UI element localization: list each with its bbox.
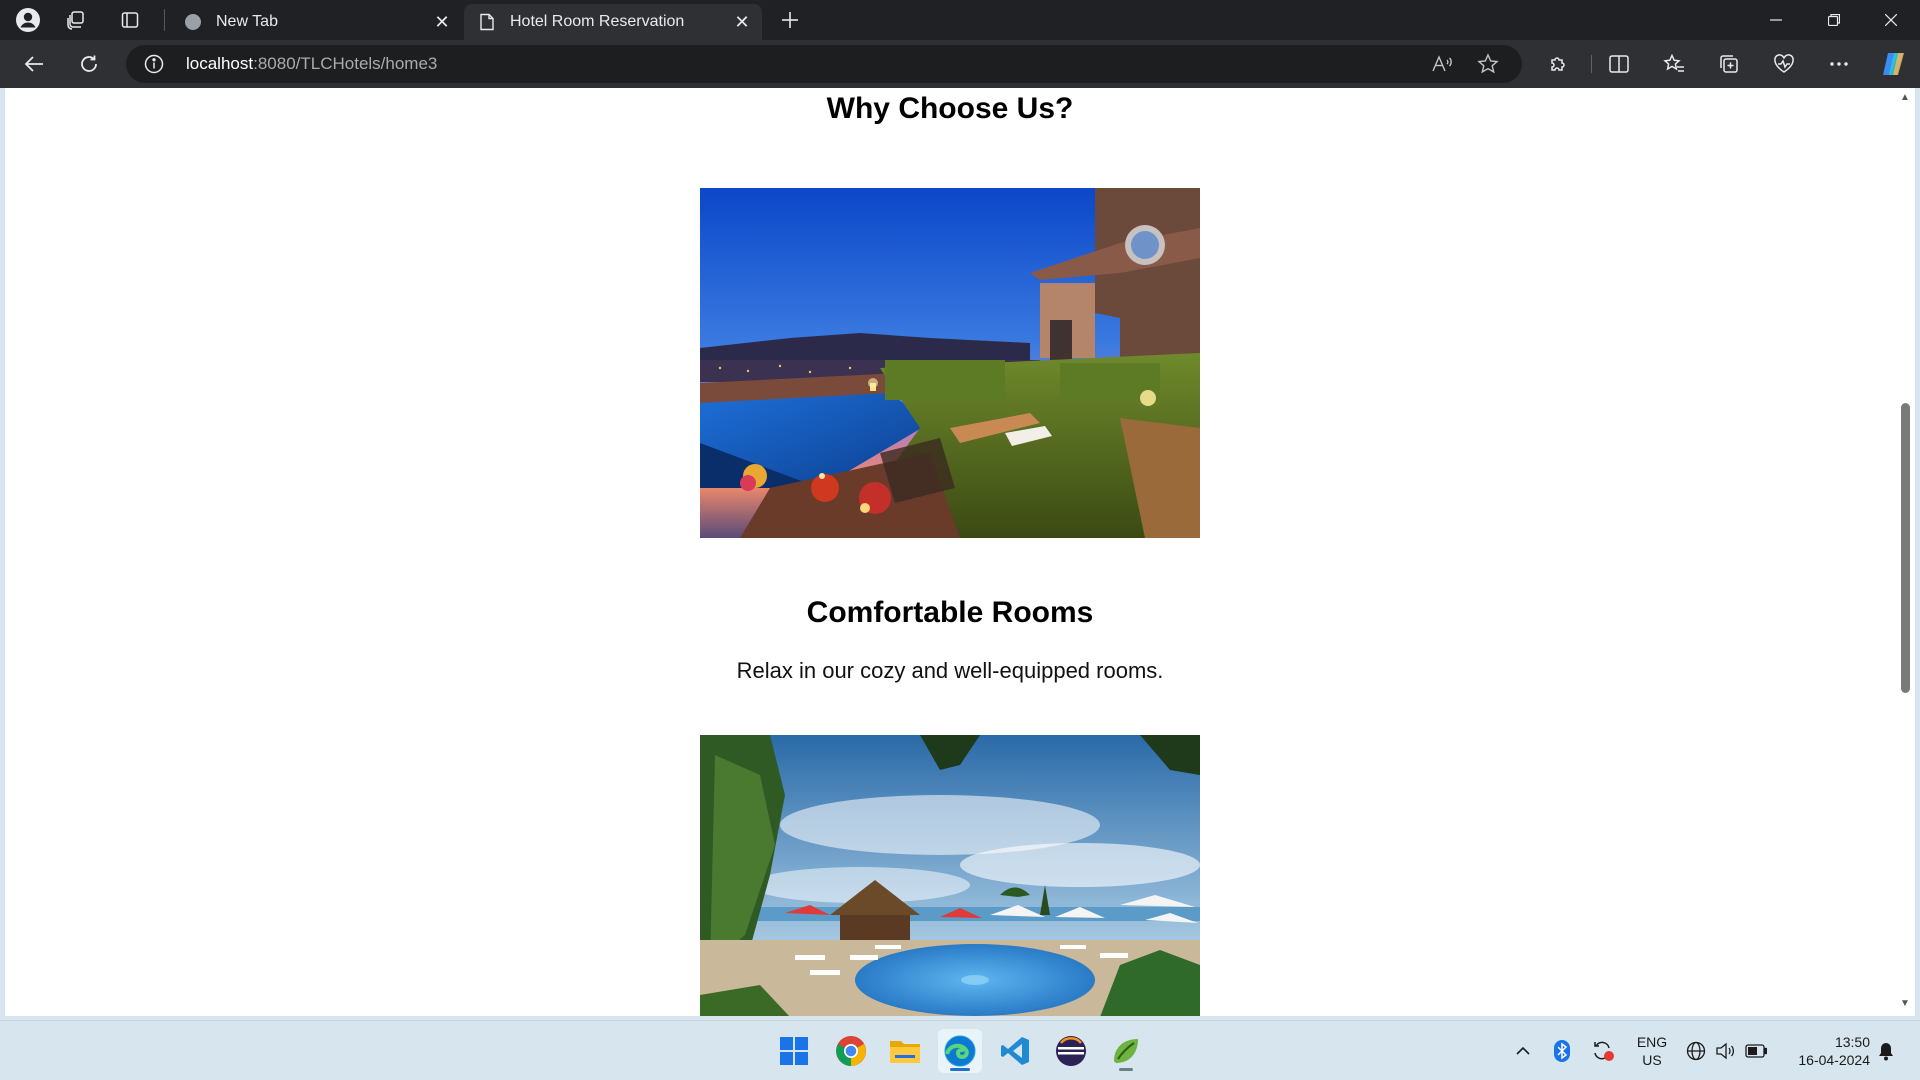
more-options-icon[interactable] xyxy=(1823,48,1855,80)
browser-toolbar: localhost:8080/TLCHotels/home3 xyxy=(0,40,1920,88)
language-region: US xyxy=(1642,1052,1662,1068)
close-icon[interactable]: ✕ xyxy=(428,8,456,36)
url-path: :8080/TLCHotels/home3 xyxy=(253,54,438,73)
read-aloud-icon[interactable] xyxy=(1428,51,1456,77)
battery-icon[interactable] xyxy=(1742,1021,1770,1080)
windows-taskbar: ENG US 13:50 16-04-2024 xyxy=(0,1020,1920,1080)
edge-browser-icon[interactable] xyxy=(938,1029,982,1073)
rooftop-pool-photo xyxy=(700,188,1200,538)
close-window-icon[interactable] xyxy=(1862,0,1920,40)
start-windows-icon[interactable] xyxy=(772,1029,816,1073)
chrome-icon[interactable] xyxy=(829,1029,873,1073)
workspaces-icon[interactable] xyxy=(62,6,90,34)
system-clock[interactable]: 13:50 16-04-2024 xyxy=(1778,1033,1870,1069)
split-screen-icon[interactable] xyxy=(1603,48,1635,80)
extensions-icon[interactable] xyxy=(1542,48,1574,80)
active-app-indicator xyxy=(950,1068,970,1071)
eclipse-icon[interactable] xyxy=(1049,1029,1093,1073)
url-host: localhost xyxy=(186,54,254,73)
show-hidden-icons-chevron-icon[interactable] xyxy=(1508,1021,1538,1080)
resort-pool-photo xyxy=(700,735,1200,1016)
page-viewport: Why Choose Us? Comfortable Rooms Relax i… xyxy=(5,88,1915,1016)
sync-alert-icon[interactable] xyxy=(1588,1021,1618,1080)
page-scrollbar[interactable]: ▲ ▼ xyxy=(1895,88,1915,1016)
url-text[interactable]: localhost:8080/TLCHotels/home3 xyxy=(186,54,437,74)
address-bar[interactable]: localhost:8080/TLCHotels/home3 xyxy=(126,45,1522,83)
feature-description: Relax in our cozy and well-equipped room… xyxy=(736,658,1164,683)
page-favicon-icon xyxy=(478,13,496,31)
favorites-icon[interactable] xyxy=(1658,48,1690,80)
close-icon[interactable]: ✕ xyxy=(728,8,756,36)
copilot-icon[interactable] xyxy=(1878,48,1910,80)
refresh-icon[interactable] xyxy=(73,48,105,80)
bluetooth-icon[interactable] xyxy=(1548,1021,1576,1080)
tab-hotel-room-reservation[interactable]: Hotel Room Reservation ✕ xyxy=(464,4,762,40)
spring-tools-icon[interactable] xyxy=(1104,1029,1148,1073)
favorite-star-icon[interactable] xyxy=(1474,51,1502,77)
tab-title: New Tab xyxy=(216,13,278,30)
vscode-icon[interactable] xyxy=(993,1029,1037,1073)
tab-actions-icon[interactable] xyxy=(116,6,144,34)
scrollbar-thumb[interactable] xyxy=(1901,403,1910,693)
notification-bell-icon[interactable] xyxy=(1872,1021,1900,1080)
language-code: ENG xyxy=(1636,1034,1668,1050)
browser-titlebar: New Tab ✕ Hotel Room Reservation ✕ xyxy=(0,0,1920,40)
tab-new-tab[interactable]: New Tab ✕ xyxy=(170,4,462,40)
minimize-icon[interactable] xyxy=(1747,0,1805,40)
input-language-indicator[interactable]: ENG US xyxy=(1632,1033,1672,1069)
collections-icon[interactable] xyxy=(1713,48,1745,80)
new-tab-favicon-icon xyxy=(184,13,202,31)
scroll-up-arrow-icon[interactable]: ▲ xyxy=(1898,90,1912,104)
running-app-indicator xyxy=(1119,1068,1133,1071)
feature-title: Comfortable Rooms xyxy=(806,596,1094,629)
volume-icon[interactable] xyxy=(1712,1021,1738,1080)
new-tab-plus-icon[interactable] xyxy=(776,6,804,34)
back-arrow-icon[interactable] xyxy=(18,48,50,80)
tab-title: Hotel Room Reservation xyxy=(510,13,685,30)
restore-icon[interactable] xyxy=(1805,0,1863,40)
file-explorer-icon[interactable] xyxy=(883,1029,927,1073)
site-info-icon[interactable] xyxy=(144,54,164,74)
clock-date: 16-04-2024 xyxy=(1798,1052,1870,1068)
scroll-down-arrow-icon[interactable]: ▼ xyxy=(1898,996,1912,1010)
toolbar-divider xyxy=(1591,55,1592,73)
section-heading-why-choose-us: Why Choose Us? xyxy=(826,92,1074,125)
network-globe-icon[interactable] xyxy=(1683,1021,1709,1080)
profile-avatar-icon[interactable] xyxy=(14,6,42,34)
browser-essentials-icon[interactable] xyxy=(1768,48,1800,80)
clock-time: 13:50 xyxy=(1834,1034,1870,1050)
titlebar-divider xyxy=(164,9,165,31)
